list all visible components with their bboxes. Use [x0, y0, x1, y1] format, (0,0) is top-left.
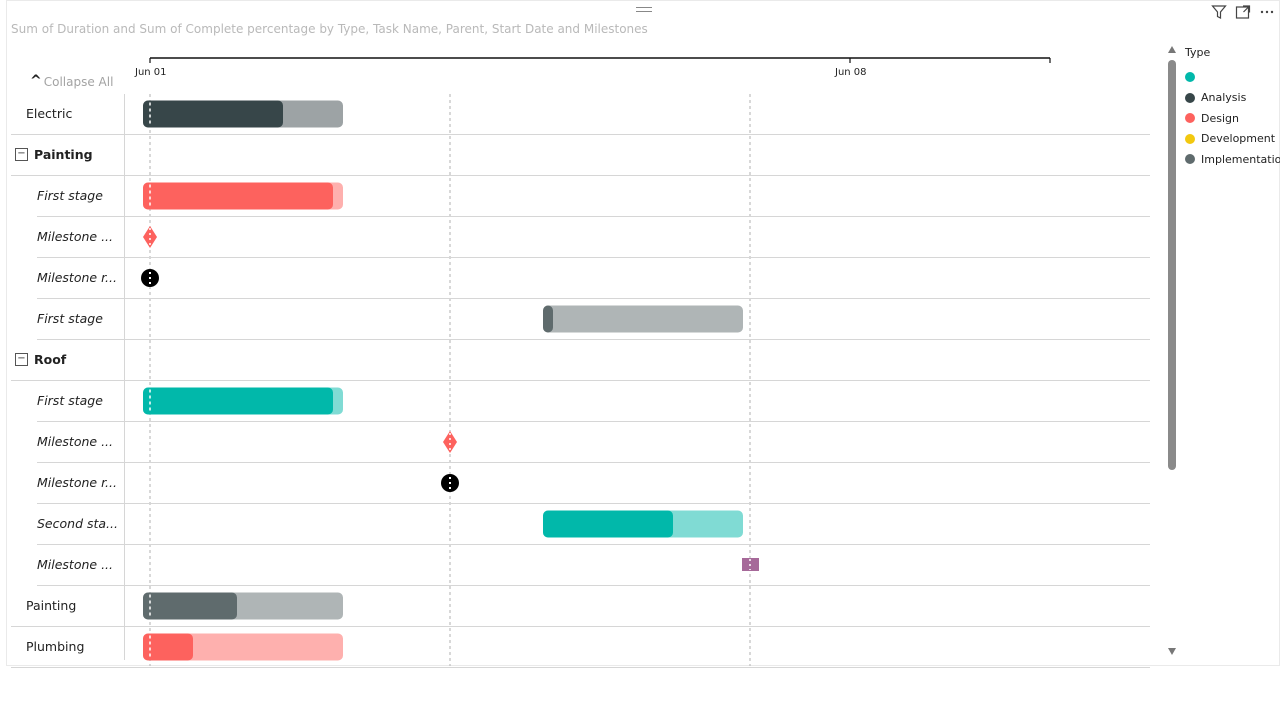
scroll-up-arrow-icon[interactable] [1168, 46, 1176, 53]
task-label: Milestone r... [37, 475, 117, 490]
legend-title: Type [1185, 46, 1211, 59]
task-label: − Roof [15, 340, 66, 380]
legend-dot-icon [1185, 154, 1195, 165]
legend-item[interactable]: Design [1185, 108, 1280, 129]
timeline-label-start: Jun 01 [134, 67, 167, 78]
collapse-group-icon[interactable]: − [15, 353, 28, 366]
legend-label: Implementation [1201, 152, 1280, 166]
row-divider [11, 667, 1150, 668]
scroll-thumb[interactable] [1168, 60, 1176, 470]
legend-label: Development [1201, 132, 1276, 146]
visual-toolbar [1210, 3, 1276, 21]
task-row[interactable]: Second sta... [11, 504, 1150, 545]
group-row[interactable]: − Painting [11, 135, 1150, 176]
collapse-group-icon[interactable]: − [15, 148, 28, 161]
task-label: First stage [37, 393, 103, 408]
legend-dot-icon [1185, 113, 1195, 124]
task-row[interactable]: First stage [11, 299, 1150, 340]
task-row[interactable]: Electric [11, 94, 1150, 135]
task-label: Milestone ... [37, 434, 113, 449]
legend-label: Design [1201, 111, 1239, 125]
task-row[interactable]: Milestone r... [11, 463, 1150, 504]
task-row[interactable]: Milestone r... [11, 258, 1150, 299]
filter-icon[interactable] [1210, 3, 1228, 21]
task-row[interactable]: Painting [11, 586, 1150, 627]
legend-item[interactable] [1185, 67, 1280, 88]
label-column-divider [124, 94, 125, 660]
task-row[interactable]: First stage [11, 176, 1150, 217]
task-label: First stage [37, 188, 103, 203]
task-label: Milestone ... [37, 557, 113, 572]
task-label: Painting [26, 598, 77, 613]
task-row[interactable]: Milestone ... [11, 422, 1150, 463]
legend-dot-icon [1185, 133, 1195, 144]
more-options-icon[interactable] [1258, 3, 1276, 21]
vertical-scrollbar[interactable] [1168, 46, 1176, 658]
task-row[interactable]: Milestone ... [11, 217, 1150, 258]
task-row[interactable]: Plumbing [11, 627, 1150, 668]
task-label: Milestone r... [37, 270, 117, 285]
legend-item[interactable]: Implementation [1185, 149, 1280, 170]
task-label: Electric [26, 106, 73, 121]
task-label: Milestone ... [37, 229, 113, 244]
group-label: Roof [34, 352, 67, 367]
task-label: First stage [37, 311, 103, 326]
legend-dot-icon [1185, 92, 1195, 103]
legend-item[interactable]: Analysis [1185, 88, 1280, 109]
task-row[interactable]: Milestone ... [11, 545, 1150, 586]
group-label: Painting [34, 147, 93, 162]
legend-item[interactable]: Development [1185, 129, 1280, 150]
task-label: − Painting [15, 135, 93, 175]
focus-mode-icon[interactable] [1234, 3, 1252, 21]
legend-label: Analysis [1201, 91, 1247, 105]
group-row[interactable]: − Roof [11, 340, 1150, 381]
task-row[interactable]: First stage [11, 381, 1150, 422]
task-label: Second sta... [37, 516, 118, 531]
task-label: Plumbing [26, 639, 85, 654]
timeline-label-mid: Jun 08 [834, 67, 867, 78]
legend-dot-icon [1185, 72, 1195, 83]
legend: Type Analysis Design Development Implementa… [1185, 46, 1280, 170]
scroll-down-arrow-icon[interactable] [1168, 648, 1176, 655]
